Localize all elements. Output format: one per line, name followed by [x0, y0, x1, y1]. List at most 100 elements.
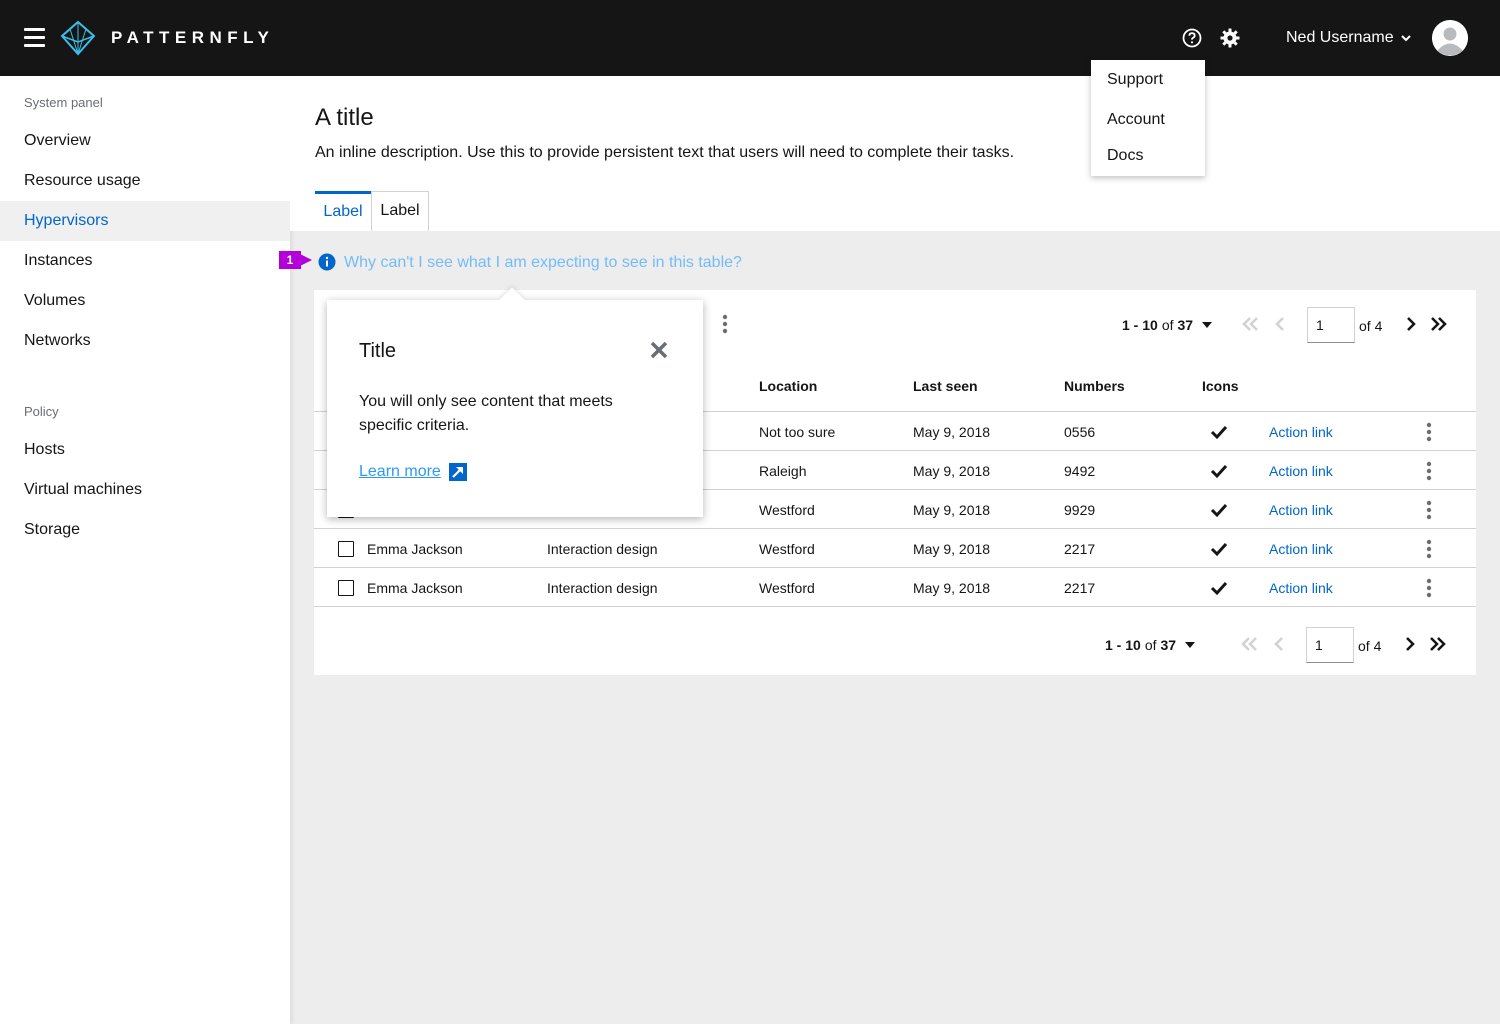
- cell-last-seen: May 9, 2018: [913, 424, 991, 440]
- help-icon[interactable]: [1182, 28, 1202, 48]
- row-kebab-icon[interactable]: [1425, 539, 1433, 559]
- brand-name: PATTERNFLY: [111, 28, 275, 47]
- user-menu-toggle[interactable]: Ned Username: [1286, 29, 1412, 47]
- avatar[interactable]: [1432, 20, 1468, 56]
- cell-name: Emma Jackson: [367, 580, 463, 596]
- last-page-icon[interactable]: [1430, 315, 1448, 333]
- row-kebab-icon[interactable]: [1425, 422, 1433, 442]
- caret-down-icon: [1185, 642, 1196, 648]
- row-checkbox[interactable]: [338, 541, 354, 557]
- user-name: Ned Username: [1286, 29, 1394, 46]
- sidebar-item-resource-usage[interactable]: Resource usage: [0, 161, 290, 201]
- column-header-numbers[interactable]: Numbers: [1064, 378, 1125, 394]
- pagination-of: of: [1144, 637, 1157, 653]
- sidebar: System panel Overview Resource usage Hyp…: [0, 76, 290, 1024]
- action-link[interactable]: Action link: [1269, 580, 1333, 596]
- hamburger-icon[interactable]: [24, 28, 45, 47]
- next-page-icon[interactable]: [1401, 635, 1419, 653]
- cell-number: 9929: [1064, 502, 1096, 518]
- cell-last-seen: May 9, 2018: [913, 541, 991, 557]
- page-number-input-top[interactable]: 1: [1307, 307, 1355, 343]
- cell-last-seen: May 9, 2018: [913, 580, 991, 596]
- popover-title: Title: [359, 340, 397, 362]
- column-header-last-seen[interactable]: Last seen: [913, 378, 978, 394]
- page-header: A title An inline description. Use this …: [290, 76, 1500, 231]
- action-link[interactable]: Action link: [1269, 424, 1333, 440]
- tab-label-1[interactable]: Label: [315, 191, 371, 231]
- nav-section-policy: Policy: [24, 404, 59, 419]
- row-checkbox[interactable]: [338, 580, 354, 596]
- sidebar-item-hosts[interactable]: Hosts: [0, 430, 290, 470]
- page-description: An inline description. Use this to provi…: [315, 144, 1015, 161]
- cell-location: Westford: [759, 541, 815, 557]
- page-number-input-bottom[interactable]: 1: [1306, 627, 1354, 663]
- info-icon[interactable]: [318, 253, 336, 271]
- column-header-icons[interactable]: Icons: [1202, 378, 1239, 394]
- pagination-total: 37: [1177, 317, 1194, 333]
- table-bottom-border: [314, 606, 1476, 607]
- check-icon: [1210, 581, 1228, 596]
- pagination-of-pages-top: of 4: [1359, 318, 1383, 334]
- row-kebab-icon[interactable]: [1425, 461, 1433, 481]
- tab-label-2[interactable]: Label: [371, 191, 429, 231]
- pagination-range: 1 - 10: [1122, 317, 1158, 333]
- dropdown-item-account[interactable]: Account: [1107, 111, 1165, 129]
- help-popover: Title You will only see content that mee…: [327, 287, 703, 517]
- pagination-of: of: [1161, 317, 1174, 333]
- check-icon: [1210, 542, 1228, 557]
- sidebar-item-volumes[interactable]: Volumes: [0, 281, 290, 321]
- next-page-icon[interactable]: [1402, 315, 1420, 333]
- sidebar-item-instances[interactable]: Instances: [0, 241, 290, 281]
- avatar-icon: [1432, 20, 1468, 56]
- cell-number: 9492: [1064, 463, 1096, 479]
- patternfly-logo-icon[interactable]: [60, 20, 96, 56]
- action-link[interactable]: Action link: [1269, 502, 1333, 518]
- previous-page-icon[interactable]: [1270, 635, 1288, 653]
- pagination-of-pages-bottom: of 4: [1358, 638, 1382, 654]
- action-link[interactable]: Action link: [1269, 463, 1333, 479]
- column-header-location[interactable]: Location: [759, 378, 817, 394]
- table-help-link[interactable]: Why can't I see what I am expecting to s…: [344, 254, 742, 272]
- check-icon: [1210, 464, 1228, 479]
- sidebar-item-virtual-machines[interactable]: Virtual machines: [0, 470, 290, 510]
- table-row: Emma Jackson Interaction design Westford…: [314, 528, 1476, 567]
- sidebar-item-overview[interactable]: Overview: [0, 121, 290, 161]
- cell-department: Interaction design: [547, 541, 658, 557]
- sidebar-item-networks[interactable]: Networks: [0, 321, 290, 361]
- cell-last-seen: May 9, 2018: [913, 463, 991, 479]
- first-page-icon[interactable]: [1240, 635, 1258, 653]
- cell-number: 2217: [1064, 580, 1096, 596]
- table-row: Emma Jackson Interaction design Westford…: [314, 567, 1476, 606]
- row-kebab-icon[interactable]: [1425, 578, 1433, 598]
- row-kebab-icon[interactable]: [1425, 500, 1433, 520]
- cell-number: 2217: [1064, 541, 1096, 557]
- pagination-bottom-toggle[interactable]: 1 - 10 of 37: [1105, 637, 1196, 653]
- close-icon[interactable]: [649, 340, 669, 360]
- annotation-marker-arrow: [300, 254, 312, 266]
- sidebar-item-hypervisors[interactable]: Hypervisors: [0, 201, 290, 241]
- page-title: A title: [315, 104, 374, 131]
- first-page-icon[interactable]: [1241, 315, 1259, 333]
- cell-location: Westford: [759, 502, 815, 518]
- toolbar-kebab-icon[interactable]: [720, 314, 730, 334]
- sidebar-item-storage[interactable]: Storage: [0, 510, 290, 550]
- caret-down-icon: [1202, 322, 1213, 328]
- dropdown-item-docs[interactable]: Docs: [1107, 147, 1143, 165]
- masthead: PATTERNFLY Ned Username: [0, 0, 1500, 76]
- last-page-icon[interactable]: [1429, 635, 1447, 653]
- nav-section-system-panel: System panel: [24, 95, 103, 110]
- chevron-down-icon: [1400, 35, 1411, 42]
- check-icon: [1210, 425, 1228, 440]
- cell-location: Westford: [759, 580, 815, 596]
- pagination-top-toggle[interactable]: 1 - 10 of 37: [1122, 317, 1213, 333]
- action-link[interactable]: Action link: [1269, 541, 1333, 557]
- dropdown-item-support[interactable]: Support: [1107, 71, 1163, 89]
- previous-page-icon[interactable]: [1271, 315, 1289, 333]
- cell-location: Raleigh: [759, 463, 807, 479]
- cell-last-seen: May 9, 2018: [913, 502, 991, 518]
- pagination-range: 1 - 10: [1105, 637, 1141, 653]
- popover-body: You will only see content that meets spe…: [359, 393, 613, 434]
- external-link-icon: [448, 463, 467, 481]
- learn-more-link[interactable]: Learn more: [359, 463, 467, 481]
- gear-icon[interactable]: [1220, 28, 1240, 48]
